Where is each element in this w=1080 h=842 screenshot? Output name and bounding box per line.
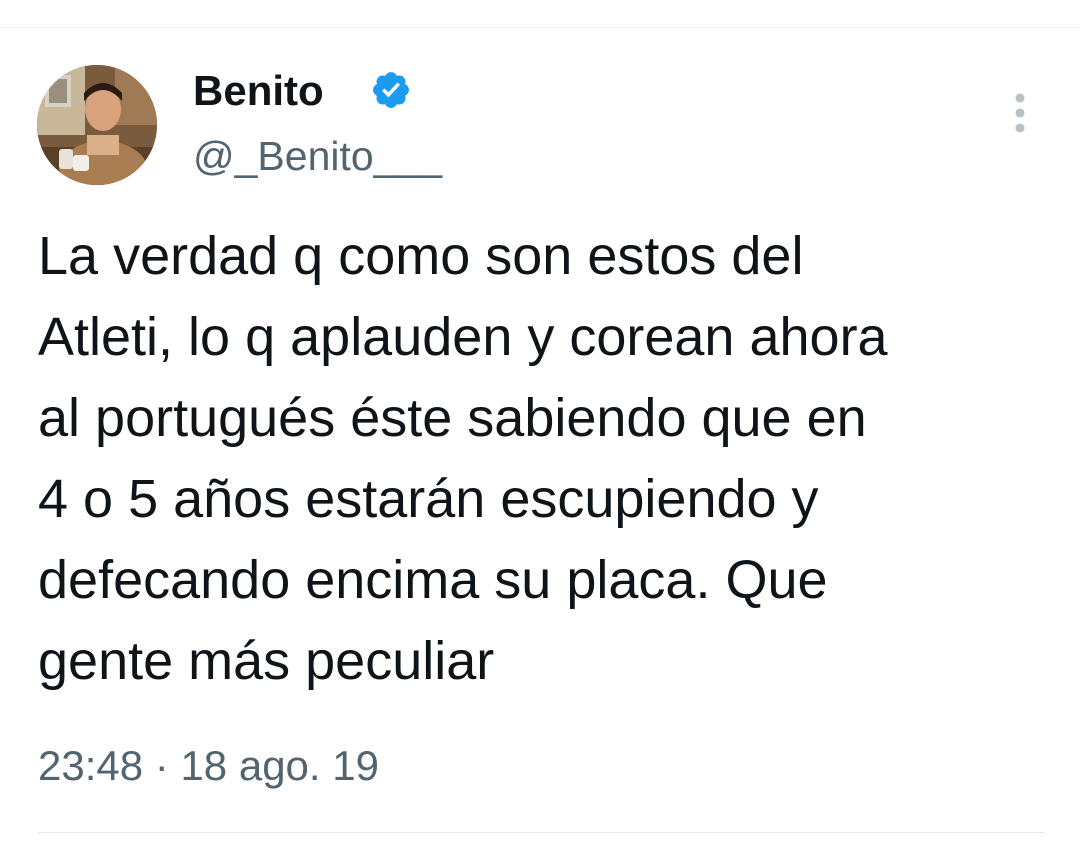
tweet-time: 23:48 [38, 742, 144, 789]
tweet-date: 18 ago. 19 [180, 742, 379, 789]
more-options-icon[interactable] [1004, 90, 1036, 136]
top-divider [0, 27, 1080, 28]
avatar-photo-icon [37, 65, 157, 185]
verified-badge-icon [373, 72, 409, 108]
bottom-divider [38, 832, 1044, 833]
tweet-screenshot: Benito @_Benito___ La verdad q como son … [0, 0, 1080, 842]
author-display-name[interactable]: Benito [193, 66, 324, 116]
timestamp-separator: · [154, 742, 169, 789]
tweet-text: La verdad q como son estos del Atleti, l… [38, 226, 888, 691]
tweet-timestamp[interactable]: 23:48 · 18 ago. 19 [38, 738, 379, 794]
avatar[interactable] [37, 65, 157, 185]
author-handle[interactable]: @_Benito___ [193, 131, 442, 181]
